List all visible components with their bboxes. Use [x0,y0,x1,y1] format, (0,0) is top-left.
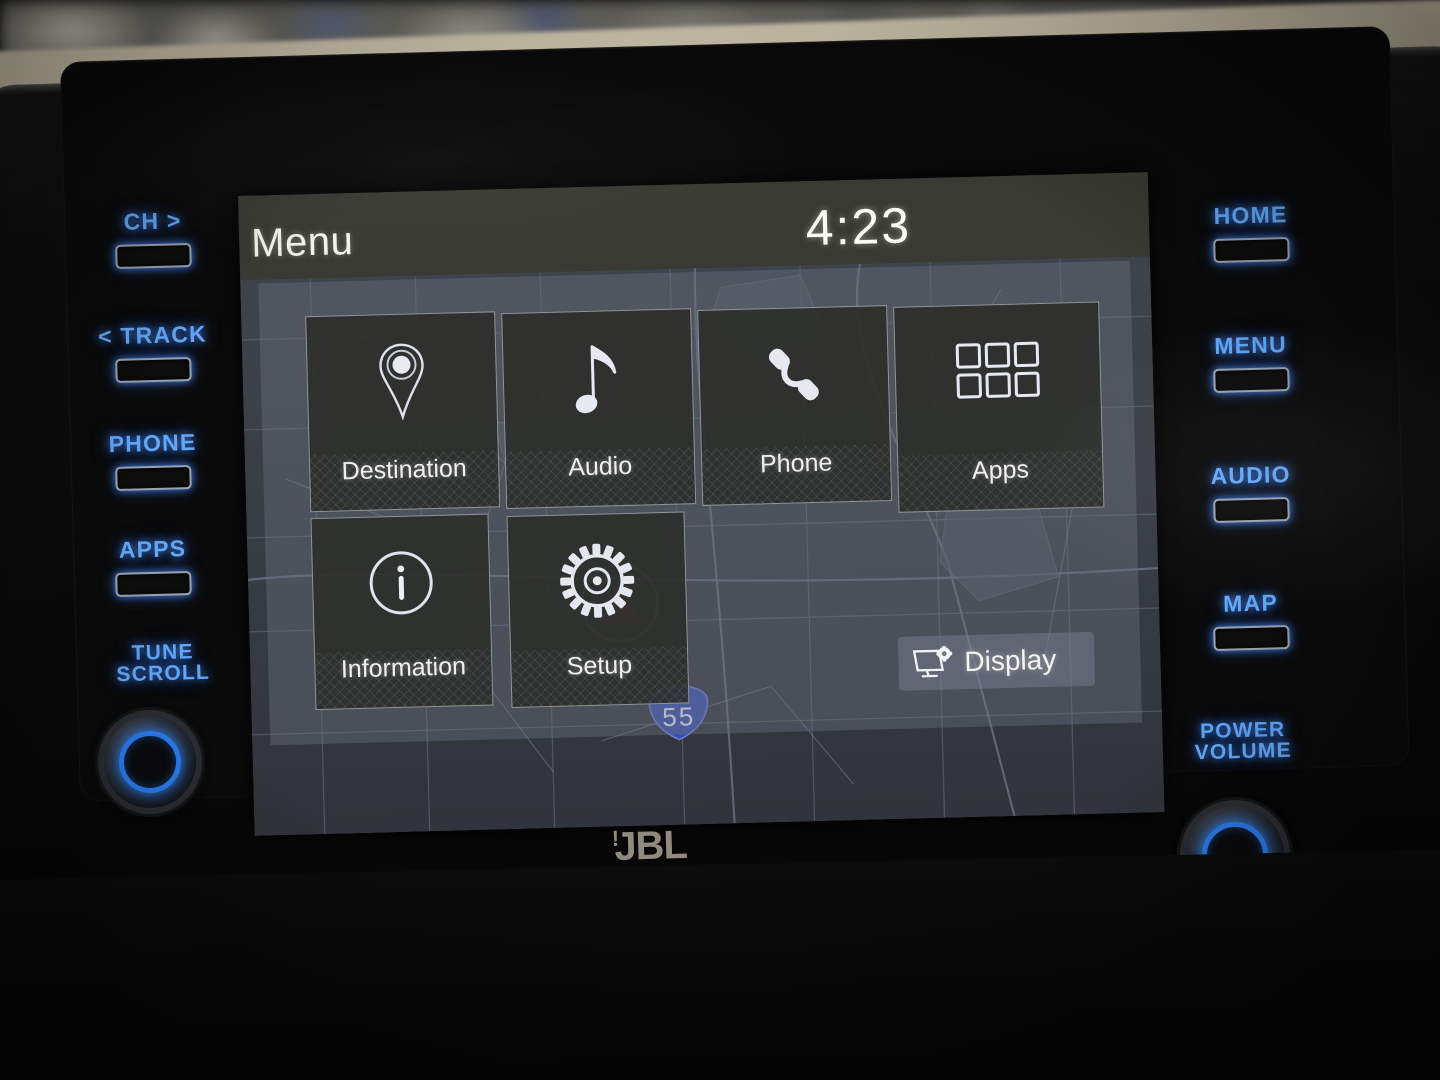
tile-phone[interactable]: Phone [697,305,893,506]
phone-key[interactable] [115,465,192,491]
tile-information[interactable]: Information [310,513,494,711]
apps-key[interactable] [115,571,192,597]
sidekey-label: APPS [118,535,187,563]
home-key[interactable] [1213,237,1290,263]
menu-key[interactable] [1213,367,1290,393]
sidekey-home[interactable]: HOME [1185,200,1317,263]
tune-scroll-caption: TUNE SCROLL [97,640,228,686]
app-grid-icon [895,321,1101,422]
audio-key[interactable] [1213,497,1290,523]
infotainment-photo: 55 Menu 4:23 Destination Audio Phone App… [0,0,1440,1080]
tile-label: Phone [759,448,833,479]
sidekey-track[interactable]: < TRACK [87,320,219,383]
tile-apps[interactable]: Apps [893,301,1105,513]
sidekey-apps[interactable]: APPS [87,534,219,597]
power-volume-caption: POWER VOLUME [1177,718,1308,765]
tile-destination[interactable]: Destination [305,311,501,513]
infotainment-screen[interactable]: 55 Menu 4:23 Destination Audio Phone App… [238,172,1165,836]
sidekey-menu[interactable]: MENU [1185,330,1317,393]
knob-ring [119,731,181,793]
sidekey-ch[interactable]: CH > [87,206,219,269]
channel-up-key[interactable] [115,243,192,269]
monitor-gear-icon [912,645,953,678]
jbl-logo: !JBL [611,823,687,870]
climate-control-panel: A/C REAR REAR [0,848,1440,1080]
sidekey-phone[interactable]: PHONE [87,428,219,491]
clock: 4:23 [804,197,912,257]
display-button[interactable]: Display [897,631,1096,691]
info-circle-icon [312,533,490,634]
tune-scroll-line2: SCROLL [116,661,211,687]
tile-label: Information [340,652,467,684]
sidekey-label: < TRACK [97,320,208,350]
music-note-icon [503,327,693,428]
gear-icon [508,530,686,631]
display-button-label: Display [964,643,1057,678]
tune-scroll-knob[interactable] [104,716,196,808]
tile-audio[interactable]: Audio [501,308,697,510]
map-pin-icon [307,330,497,431]
sidekey-label: AUDIO [1210,460,1291,490]
page-title: Menu [250,219,354,266]
tile-label: Apps [971,455,1030,485]
jbl-logo-text: JBL [613,822,688,869]
map-key[interactable] [1213,625,1290,651]
sidekey-audio[interactable]: AUDIO [1185,460,1317,523]
sidekey-label: CH > [123,207,182,235]
tile-label: Audio [567,451,633,482]
power-volume-line2: VOLUME [1194,739,1293,765]
sidekey-label: HOME [1213,201,1288,229]
tile-setup[interactable]: Setup [506,511,690,709]
sidekey-map[interactable]: MAP [1185,588,1317,651]
phone-handset-icon [699,324,889,425]
sidekey-label: MAP [1222,589,1279,617]
tile-label: Destination [341,454,468,486]
track-back-key[interactable] [115,357,192,383]
sidekey-label: MENU [1213,331,1288,359]
tile-label: Setup [566,650,633,681]
sidekey-label: PHONE [108,428,197,458]
